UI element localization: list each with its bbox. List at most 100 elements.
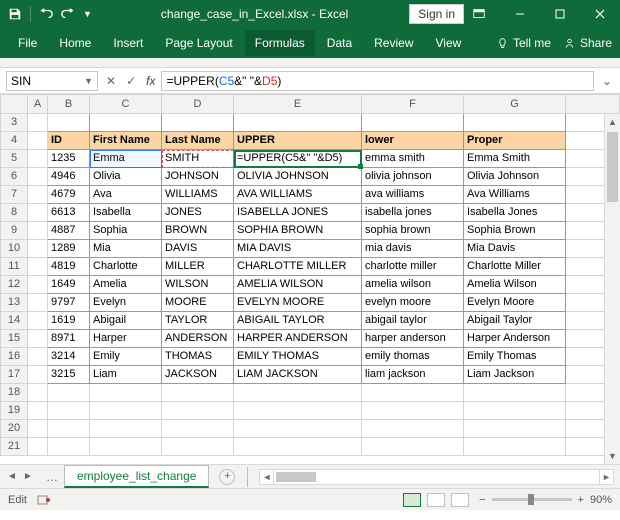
- cell-F20[interactable]: [362, 420, 464, 438]
- view-normal-button[interactable]: [403, 493, 421, 507]
- enter-formula-icon[interactable]: ✓: [126, 74, 136, 88]
- cell-A8[interactable]: [28, 204, 48, 222]
- cell-F21[interactable]: [362, 438, 464, 456]
- cell-G10[interactable]: Mia Davis: [464, 240, 566, 258]
- cell-F7[interactable]: ava williams: [362, 186, 464, 204]
- cell-A10[interactable]: [28, 240, 48, 258]
- ribbon-tab-home[interactable]: Home: [49, 30, 101, 56]
- row-header-11[interactable]: 11: [0, 258, 28, 276]
- cell-B5[interactable]: 1235: [48, 150, 90, 168]
- cell-E7[interactable]: AVA WILLIAMS: [234, 186, 362, 204]
- row-header-5[interactable]: 5: [0, 150, 28, 168]
- cell-B6[interactable]: 4946: [48, 168, 90, 186]
- cell-A20[interactable]: [28, 420, 48, 438]
- cell-F11[interactable]: charlotte miller: [362, 258, 464, 276]
- cell-A5[interactable]: [28, 150, 48, 168]
- zoom-in-button[interactable]: +: [578, 494, 584, 506]
- cell-G21[interactable]: [464, 438, 566, 456]
- row-header-14[interactable]: 14: [0, 312, 28, 330]
- cell-B16[interactable]: 3214: [48, 348, 90, 366]
- cell-D21[interactable]: [162, 438, 234, 456]
- cell-C9[interactable]: Sophia: [90, 222, 162, 240]
- cell-F15[interactable]: harper anderson: [362, 330, 464, 348]
- zoom-level[interactable]: 90%: [590, 494, 612, 506]
- cell-D10[interactable]: DAVIS: [162, 240, 234, 258]
- ribbon-tab-review[interactable]: Review: [364, 30, 423, 56]
- cell-E17[interactable]: LIAM JACKSON: [234, 366, 362, 384]
- cell-B7[interactable]: 4679: [48, 186, 90, 204]
- cell-C13[interactable]: Evelyn: [90, 294, 162, 312]
- cell-B14[interactable]: 1619: [48, 312, 90, 330]
- select-all-corner[interactable]: [0, 94, 28, 114]
- horizontal-scrollbar[interactable]: ◄►: [259, 469, 614, 485]
- cell-C21[interactable]: [90, 438, 162, 456]
- cell-F9[interactable]: sophia brown: [362, 222, 464, 240]
- cell-B4[interactable]: ID: [48, 132, 90, 150]
- row-header-18[interactable]: 18: [0, 384, 28, 402]
- name-box[interactable]: SIN▼: [6, 71, 98, 91]
- sheet-tab-active[interactable]: employee_list_change: [64, 465, 209, 488]
- cell-A18[interactable]: [28, 384, 48, 402]
- cell-C19[interactable]: [90, 402, 162, 420]
- cell-F8[interactable]: isabella jones: [362, 204, 464, 222]
- cell-D15[interactable]: ANDERSON: [162, 330, 234, 348]
- cell-E21[interactable]: [234, 438, 362, 456]
- cell-G9[interactable]: Sophia Brown: [464, 222, 566, 240]
- cell-A13[interactable]: [28, 294, 48, 312]
- cell-F19[interactable]: [362, 402, 464, 420]
- cell-F3[interactable]: [362, 114, 464, 132]
- cell-E4[interactable]: UPPER: [234, 132, 362, 150]
- cell-B15[interactable]: 8971: [48, 330, 90, 348]
- cell-E6[interactable]: OLIVIA JOHNSON: [234, 168, 362, 186]
- cell-A12[interactable]: [28, 276, 48, 294]
- cell-C6[interactable]: Olivia: [90, 168, 162, 186]
- row-header-17[interactable]: 17: [0, 366, 28, 384]
- cell-D5[interactable]: SMITH: [162, 150, 234, 168]
- cell-E11[interactable]: CHARLOTTE MILLER: [234, 258, 362, 276]
- cell-A19[interactable]: [28, 402, 48, 420]
- cell-D14[interactable]: TAYLOR: [162, 312, 234, 330]
- cell-A21[interactable]: [28, 438, 48, 456]
- cell-D8[interactable]: JONES: [162, 204, 234, 222]
- col-header-D[interactable]: D: [162, 94, 234, 114]
- fx-label[interactable]: fx: [146, 74, 155, 88]
- row-header-3[interactable]: 3: [0, 114, 28, 132]
- cell-A6[interactable]: [28, 168, 48, 186]
- cell-G8[interactable]: Isabella Jones: [464, 204, 566, 222]
- cell-F16[interactable]: emily thomas: [362, 348, 464, 366]
- cell-D16[interactable]: THOMAS: [162, 348, 234, 366]
- cell-B17[interactable]: 3215: [48, 366, 90, 384]
- sheet-nav[interactable]: ◄►: [0, 471, 40, 482]
- cell-E19[interactable]: [234, 402, 362, 420]
- cell-G7[interactable]: Ava Williams: [464, 186, 566, 204]
- cell-C3[interactable]: [90, 114, 162, 132]
- cell-C10[interactable]: Mia: [90, 240, 162, 258]
- cell-C15[interactable]: Harper: [90, 330, 162, 348]
- redo-icon[interactable]: [61, 7, 75, 21]
- col-header-F[interactable]: F: [362, 94, 464, 114]
- worksheet-grid[interactable]: ABCDEFG 34IDFirst NameLast NameUPPERlowe…: [0, 94, 620, 464]
- ribbon-tab-file[interactable]: File: [8, 30, 47, 56]
- signin-button[interactable]: Sign in: [409, 4, 464, 24]
- cell-B19[interactable]: [48, 402, 90, 420]
- cell-B21[interactable]: [48, 438, 90, 456]
- row-header-4[interactable]: 4: [0, 132, 28, 150]
- cell-A17[interactable]: [28, 366, 48, 384]
- row-header-16[interactable]: 16: [0, 348, 28, 366]
- row-header-13[interactable]: 13: [0, 294, 28, 312]
- add-sheet-button[interactable]: +: [219, 469, 235, 485]
- cell-C11[interactable]: Charlotte: [90, 258, 162, 276]
- cell-C17[interactable]: Liam: [90, 366, 162, 384]
- close-button[interactable]: [580, 0, 620, 28]
- cell-C4[interactable]: First Name: [90, 132, 162, 150]
- ribbon-tab-insert[interactable]: Insert: [103, 30, 153, 56]
- cell-E5[interactable]: =UPPER(C5&" "&D5): [234, 150, 362, 168]
- row-header-21[interactable]: 21: [0, 438, 28, 456]
- cell-B10[interactable]: 1289: [48, 240, 90, 258]
- zoom-slider[interactable]: [492, 498, 572, 501]
- col-header-E[interactable]: E: [234, 94, 362, 114]
- row-header-19[interactable]: 19: [0, 402, 28, 420]
- cell-D12[interactable]: WILSON: [162, 276, 234, 294]
- col-header-G[interactable]: G: [464, 94, 566, 114]
- col-header-C[interactable]: C: [90, 94, 162, 114]
